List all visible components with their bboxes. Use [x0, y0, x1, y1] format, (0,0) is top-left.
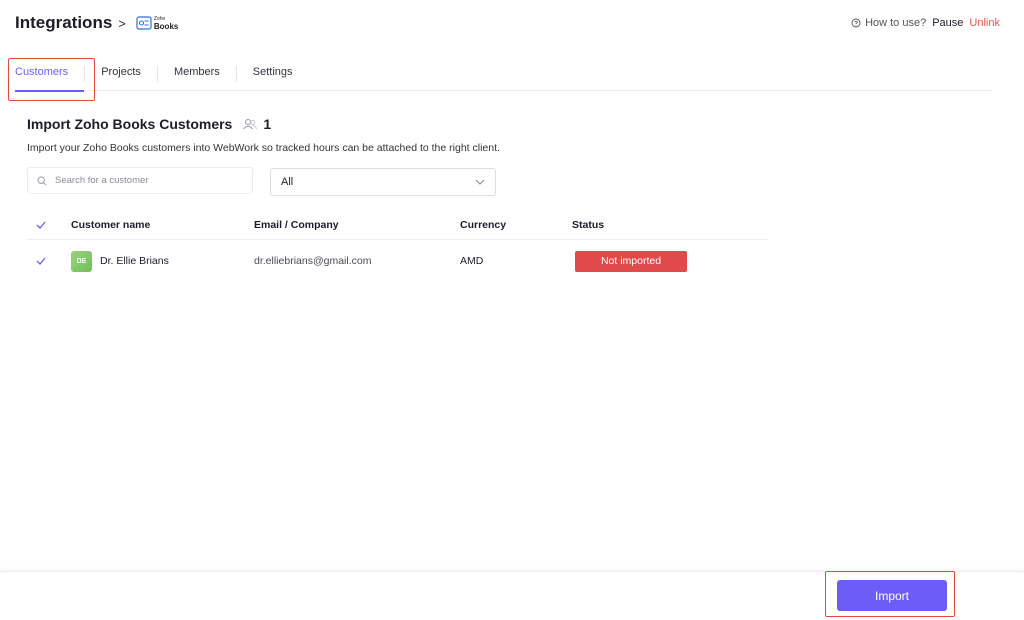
select-value: All	[281, 176, 294, 188]
zoho-books-icon	[136, 16, 152, 30]
table-row[interactable]: DE Dr. Ellie Brians dr.elliebrians@gmail…	[27, 240, 768, 282]
search-input[interactable]	[55, 175, 235, 186]
customer-email: dr.elliebrians@gmail.com	[254, 255, 372, 267]
tab-divider	[235, 66, 237, 82]
status-filter-select[interactable]: All	[270, 168, 496, 196]
search-icon	[37, 175, 47, 185]
tab-projects[interactable]: Projects	[101, 58, 141, 91]
customer-name: Dr. Ellie Brians	[100, 255, 169, 267]
check-icon	[36, 257, 46, 265]
how-to-use-link[interactable]: How to use?	[851, 17, 926, 29]
header: Integrations > Zoho Books How to use? Pa…	[15, 12, 1000, 34]
customer-search[interactable]	[27, 167, 253, 194]
pause-button[interactable]: Pause	[932, 17, 963, 29]
chevron-down-icon	[475, 179, 485, 185]
section-title-text: Import Zoho Books Customers	[27, 116, 233, 132]
column-currency: Currency	[460, 218, 507, 231]
users-icon	[243, 119, 258, 130]
tab-customers[interactable]: Customers	[15, 58, 85, 92]
chat-help-icon	[851, 18, 861, 28]
tab-settings[interactable]: Settings	[253, 58, 293, 91]
column-status: Status	[572, 218, 605, 231]
status-badge: Not imported	[575, 250, 687, 272]
customers-table: Customer name Email / Company Currency S…	[27, 210, 768, 282]
table-header: Customer name Email / Company Currency S…	[27, 210, 768, 240]
tab-members[interactable]: Members	[174, 58, 220, 91]
row-checkbox[interactable]	[27, 257, 71, 265]
customer-name-cell: DE Dr. Ellie Brians	[71, 250, 254, 272]
import-button[interactable]: Import	[837, 580, 947, 611]
avatar: DE	[71, 250, 92, 272]
integration-page: Integrations > Zoho Books How to use? Pa…	[0, 0, 1024, 620]
how-to-use-label: How to use?	[865, 17, 927, 29]
section-description: Import your Zoho Books customers into We…	[27, 142, 500, 154]
customer-currency: AMD	[460, 255, 484, 267]
page-title: Integrations	[15, 13, 113, 32]
status-cell: Not imported	[572, 250, 768, 272]
select-all-checkbox[interactable]	[27, 221, 71, 229]
check-icon	[36, 221, 46, 229]
zoho-books-logo: Zoho Books	[136, 16, 179, 31]
unlink-button[interactable]: Unlink	[969, 17, 1000, 29]
logo-big-text: Books	[153, 22, 179, 31]
tab-divider	[84, 66, 86, 82]
column-customer-name: Customer name	[71, 218, 151, 231]
breadcrumb-separator: >	[118, 15, 126, 31]
tab-divider	[156, 66, 158, 82]
section-title: Import Zoho Books Customers 1	[27, 116, 271, 132]
tab-bar: Customers Projects Members Settings	[15, 58, 992, 92]
header-actions: How to use? Pause Unlink	[851, 17, 1000, 29]
column-email-company: Email / Company	[254, 218, 339, 231]
customer-count: 1	[263, 116, 272, 132]
